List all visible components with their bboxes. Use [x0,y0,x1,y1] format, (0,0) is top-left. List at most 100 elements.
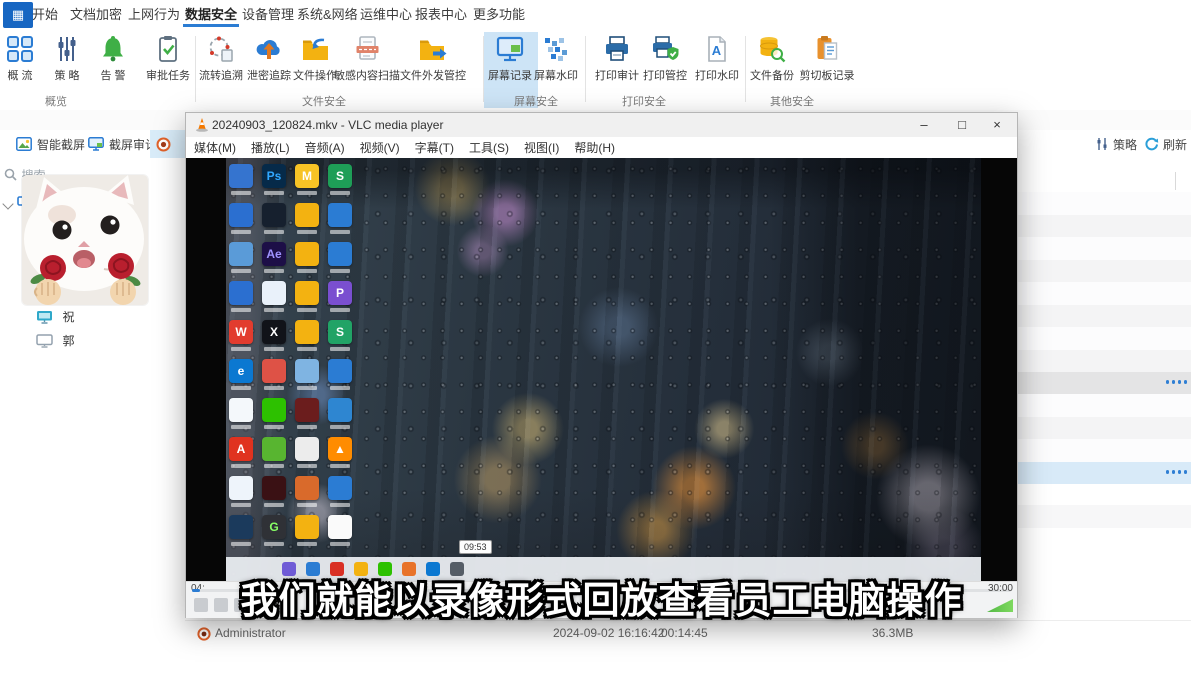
vlc-menu-media[interactable]: 媒体(M) [194,139,236,156]
main-menubar: ▦ 开始 文档加密 上网行为 数据安全 设备管理 系统&网络 运维中心 报表中心… [0,0,1191,31]
ribbon-button-file-backup[interactable]: 文件备份 [750,34,794,83]
cat-meme-sticker [22,175,148,305]
ribbon-button-label: 屏幕记录 [488,67,532,83]
desktop-app-icon [229,476,253,500]
row-more-actions-icon[interactable] [1166,380,1188,384]
minimize-button[interactable]: – [909,115,939,135]
grid-icon [5,34,35,64]
desktop-app-icon [229,203,253,227]
vlc-menu-audio[interactable]: 音频(A) [305,139,345,156]
tree-item-zhu[interactable]: 祝 [36,308,74,326]
cell-datetime: 2024-09-02 16:16:42 [553,626,664,640]
desktop-app-icon [328,476,352,500]
ribbon-button-flow-trace[interactable]: 流转追溯 [199,34,243,83]
ribbon-button-label: 打印管控 [643,67,687,83]
refresh-button[interactable]: 刷新 [1144,134,1187,154]
tree-item-guo[interactable]: 郭 [36,332,74,350]
policy-button-label: 策略 [1113,136,1137,153]
ribbon-button-file-outgoing-control[interactable]: 文件外发管控 [400,34,466,83]
menu-item-doc-encrypt[interactable]: 文档加密 [66,0,126,29]
ribbon-button-label: 文件备份 [750,67,794,83]
trace-cycle-icon [206,34,236,64]
tab-screenshot-audit[interactable]: 截屏审计 [88,133,157,155]
ribbon-button-label: 打印审计 [595,67,639,83]
vlc-menu-subtitle[interactable]: 字幕(T) [415,139,454,156]
clipboard-record-icon [812,34,842,64]
vlc-menu-view[interactable]: 视图(I) [524,139,559,156]
ribbon-button-alerts[interactable]: 告 警 [98,34,128,83]
menu-item-more[interactable]: 更多功能 [469,0,529,29]
timestamp-tooltip: 09:53 [459,540,492,554]
ribbon-button-overview[interactable]: 概 流 [5,34,35,83]
ribbon-group-label: 其他安全 [770,93,814,109]
database-search-icon [757,34,787,64]
ribbon-button-print-control[interactable]: 打印管控 [643,34,687,83]
picture-icon [16,137,32,151]
row-more-actions-icon[interactable] [1166,470,1188,474]
desktop-app-icon [328,398,352,422]
ribbon-button-clipboard-record[interactable]: 剪切板记录 [800,34,855,83]
vlc-video-area[interactable]: PsMSAePWXSeA▲G 09:53 [186,158,1017,581]
maximize-button[interactable]: □ [947,115,977,135]
desktop-app-icon [229,281,253,305]
desktop-app-icon [262,476,286,500]
svg-text:A: A [712,43,722,58]
desktop-app-icon: M [295,164,319,188]
desktop-app-icon [295,515,319,539]
menu-item-web-behavior[interactable]: 上网行为 [124,0,184,29]
ribbon-button-print-watermark[interactable]: A 打印水印 [695,34,739,83]
vlc-menu-video[interactable]: 视频(V) [360,139,400,156]
menu-item-start[interactable]: 开始 [28,0,62,29]
pixel-watermark-icon [541,34,571,64]
ribbon-button-file-ops[interactable]: 文件操作 [293,34,337,83]
vlc-menu-playback[interactable]: 播放(L) [251,139,290,156]
ribbon-toolbar: 概 流 策 略 告 警 审批任务 流转追溯 泄密追踪 文件操作 [0,30,1191,111]
menu-item-ops-center[interactable]: 运维中心 [356,0,416,29]
ribbon-button-screen-watermark[interactable]: 屏幕水印 [534,34,578,83]
tree-item-label: 郭 [62,334,74,348]
ribbon-button-content-scan[interactable]: 敏感内容扫描 [334,34,400,83]
desktop-app-icon: A [229,437,253,461]
monitor-icon [88,137,104,151]
vlc-window-title: 20240903_120824.mkv - VLC media player [212,118,443,132]
vlc-cone-icon [194,117,210,133]
desktop-app-icon: Ps [262,164,286,188]
desktop-app-icon [295,359,319,383]
desktop-app-icon [295,320,319,344]
bell-icon [98,34,128,64]
menu-item-data-security[interactable]: 数据安全 [181,0,241,29]
ribbon-button-approval-tasks[interactable]: 审批任务 [146,34,190,83]
vlc-menu-tools[interactable]: 工具(S) [469,139,509,156]
chevron-down-icon[interactable] [2,198,13,209]
document-scan-icon [352,34,382,64]
menu-item-report-center[interactable]: 报表中心 [411,0,471,29]
vlc-window[interactable]: 20240903_120824.mkv - VLC media player –… [185,112,1018,618]
table-row-recording[interactable]: Administrator 2024-09-02 16:16:42 00:14:… [185,620,1191,647]
policy-button[interactable]: 策略 [1095,134,1137,154]
menu-item-system-network[interactable]: 系统&网络 [293,0,362,29]
ribbon-button-label: 策 略 [54,67,79,83]
ribbon-button-label: 文件操作 [293,67,337,83]
ribbon-divider [195,36,196,102]
desktop-app-icon [229,398,253,422]
ribbon-button-label: 文件外发管控 [400,67,466,83]
tree-item-label: 祝 [62,310,74,324]
ribbon-button-print-audit[interactable]: 打印审计 [595,34,639,83]
desktop-app-icon [295,281,319,305]
desktop-app-icon: P [328,281,352,305]
ribbon-button-screen-record[interactable]: 屏幕记录 [488,34,532,83]
document-a-icon: A [702,34,732,64]
menu-item-device-mgmt[interactable]: 设备管理 [238,0,298,29]
tab-smart-screenshot[interactable]: 智能截屏 [16,133,85,155]
search-icon [4,168,17,181]
tab-label: 智能截屏 [37,136,85,153]
close-button[interactable]: × [982,115,1012,135]
computer-online-icon [36,310,53,324]
ribbon-button-leak-track[interactable]: 泄密追踪 [247,34,291,83]
desktop-app-icon [295,242,319,266]
ribbon-button-policy[interactable]: 策 略 [52,34,82,83]
ribbon-button-label: 流转追溯 [199,67,243,83]
vlc-menu-help[interactable]: 帮助(H) [574,139,615,156]
desktop-app-icon [229,164,253,188]
vlc-titlebar[interactable]: 20240903_120824.mkv - VLC media player –… [186,113,1017,137]
